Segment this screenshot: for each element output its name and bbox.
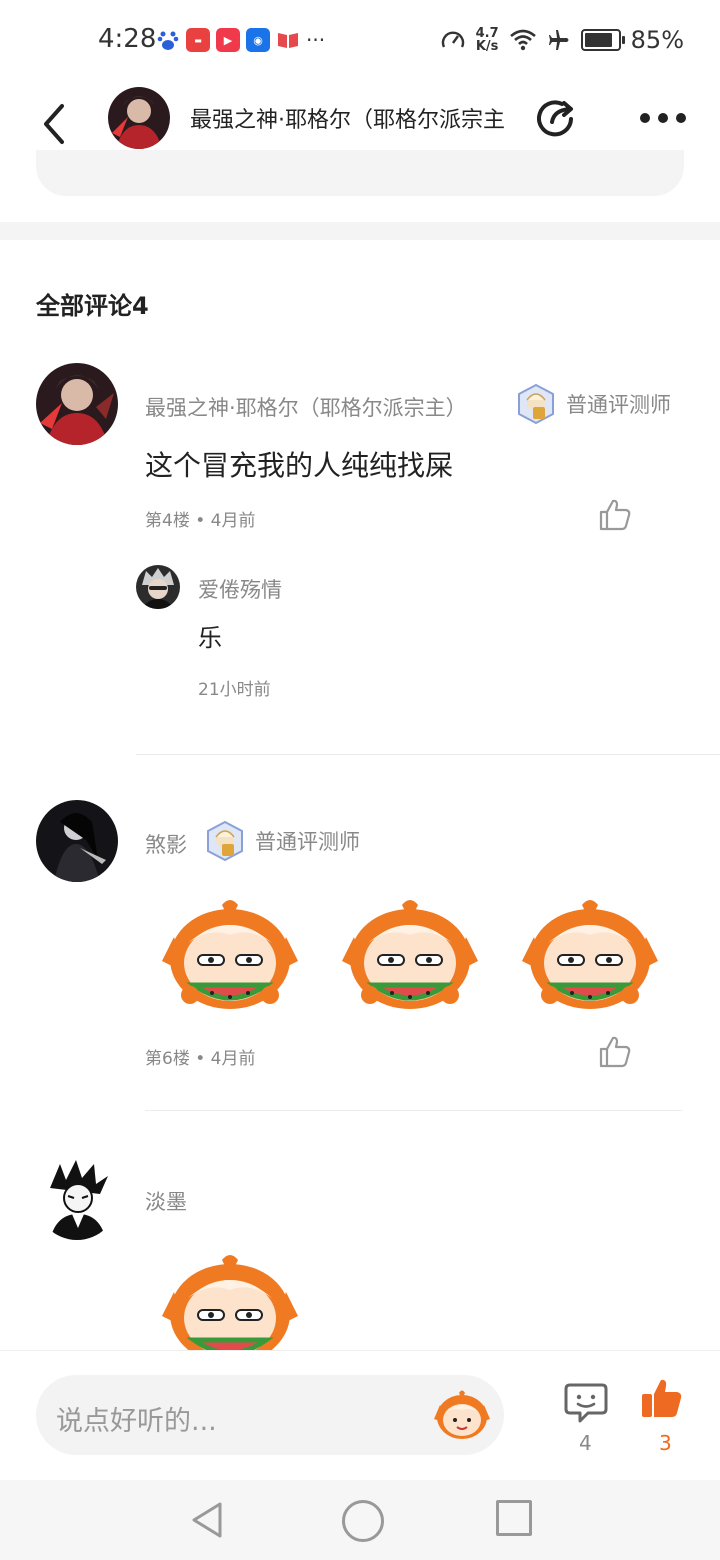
- reviewer-badge: 普通评测师: [205, 820, 360, 862]
- thumbs-up-icon[interactable]: [597, 497, 633, 533]
- comment-time: 4月前: [210, 1049, 256, 1069]
- notification-icons: ▬ ▶ ◉ ···: [156, 28, 325, 52]
- more-notifications: ···: [306, 28, 326, 52]
- dot-icon: [658, 113, 668, 123]
- airplane-icon: [547, 28, 571, 52]
- comment-count: 4: [579, 1431, 592, 1455]
- nav-home-icon[interactable]: [342, 1500, 384, 1542]
- comment-bubble-icon: [564, 1383, 608, 1423]
- comment-time: 4月前: [210, 511, 256, 531]
- watermelon-sticker[interactable]: [160, 1252, 300, 1350]
- more-options-button[interactable]: [640, 106, 692, 130]
- reply-time: 21小时前: [198, 680, 271, 700]
- huawei-store-icon: ▬: [186, 28, 210, 52]
- book-icon: [276, 28, 300, 52]
- reviewer-badge-icon: [518, 383, 554, 425]
- comment-floor: 第6楼: [145, 1049, 190, 1069]
- meta-dot: •: [195, 511, 211, 531]
- comment-username[interactable]: 最强之神·耶格尔（耶格尔派宗主）: [145, 392, 467, 422]
- back-button[interactable]: [36, 102, 76, 146]
- net-speed: 4.7 K/s: [475, 26, 499, 54]
- reviewer-badge-label: 普通评测师: [566, 393, 671, 417]
- chevron-left-icon: [44, 104, 64, 144]
- status-time: 4:28: [98, 24, 157, 54]
- top-card-remnant: [36, 150, 684, 196]
- system-nav-bar: [0, 1480, 720, 1560]
- divider: [145, 1110, 682, 1111]
- comment-username[interactable]: 淡墨: [145, 1186, 187, 1216]
- share-icon: [537, 100, 573, 137]
- comment-text: 这个冒充我的人纯纯找屎: [145, 449, 454, 482]
- emoji-sticker-icon: [434, 1390, 490, 1439]
- header-avatar[interactable]: [108, 87, 170, 149]
- emoji-button[interactable]: [432, 1385, 492, 1445]
- section-separator: [0, 222, 720, 240]
- comment-input-placeholder: 说点好听的...: [56, 1406, 217, 1437]
- wifi-icon: [509, 28, 537, 52]
- reviewer-badge-icon: [207, 820, 243, 862]
- dot-icon: [640, 113, 650, 123]
- watermelon-sticker[interactable]: [160, 897, 300, 1017]
- thumbs-up-icon[interactable]: [597, 1034, 633, 1070]
- reviewer-badge: 普通评测师: [516, 383, 671, 425]
- meta-dot: •: [195, 1049, 211, 1069]
- comment-input-bar: 说点好听的... 4 3: [0, 1350, 720, 1481]
- watermelon-sticker[interactable]: [520, 897, 660, 1017]
- divider: [136, 754, 720, 755]
- battery-percent: 85%: [630, 26, 684, 54]
- header-title: 最强之神·耶格尔（耶格尔派宗主）: [190, 108, 505, 133]
- comments-button[interactable]: [564, 1381, 608, 1425]
- thumbs-up-filled-icon: [642, 1379, 682, 1417]
- reply-avatar[interactable]: [136, 565, 180, 609]
- comment-meta: 第4楼 • 4月前: [145, 506, 256, 531]
- status-bar: 4:28 ▬ ▶ ◉ ··· 4.7 K/s 85%: [0, 0, 720, 84]
- baidu-paw-icon: [156, 28, 180, 52]
- nav-recents-icon[interactable]: [496, 1500, 532, 1536]
- dot-icon: [676, 113, 686, 123]
- comment-floor: 第4楼: [145, 511, 190, 531]
- reviewer-badge-label: 普通评测师: [255, 830, 360, 854]
- reply-username[interactable]: 爱倦殇情: [198, 574, 282, 604]
- video-app-icon: ▶: [216, 28, 240, 52]
- share-button[interactable]: [532, 94, 582, 144]
- watermelon-sticker[interactable]: [340, 897, 480, 1017]
- comment-username[interactable]: 煞影: [145, 829, 187, 859]
- nav-back-icon[interactable]: [188, 1500, 226, 1540]
- battery-icon: [580, 29, 625, 51]
- reply-text: 乐: [198, 624, 222, 652]
- bulb-app-icon: ◉: [246, 28, 270, 52]
- avatar[interactable]: [36, 800, 118, 882]
- comment-input[interactable]: 说点好听的...: [36, 1375, 504, 1455]
- like-count: 3: [659, 1431, 672, 1455]
- like-button[interactable]: [640, 1377, 684, 1421]
- status-right: 4.7 K/s 85%: [440, 26, 684, 54]
- avatar[interactable]: [36, 1158, 118, 1240]
- avatar[interactable]: [36, 363, 118, 445]
- comment-meta: 第6楼 • 4月前: [145, 1044, 256, 1069]
- comments-section-title: 全部评论4: [36, 292, 149, 320]
- speed-gauge-icon: [440, 27, 466, 53]
